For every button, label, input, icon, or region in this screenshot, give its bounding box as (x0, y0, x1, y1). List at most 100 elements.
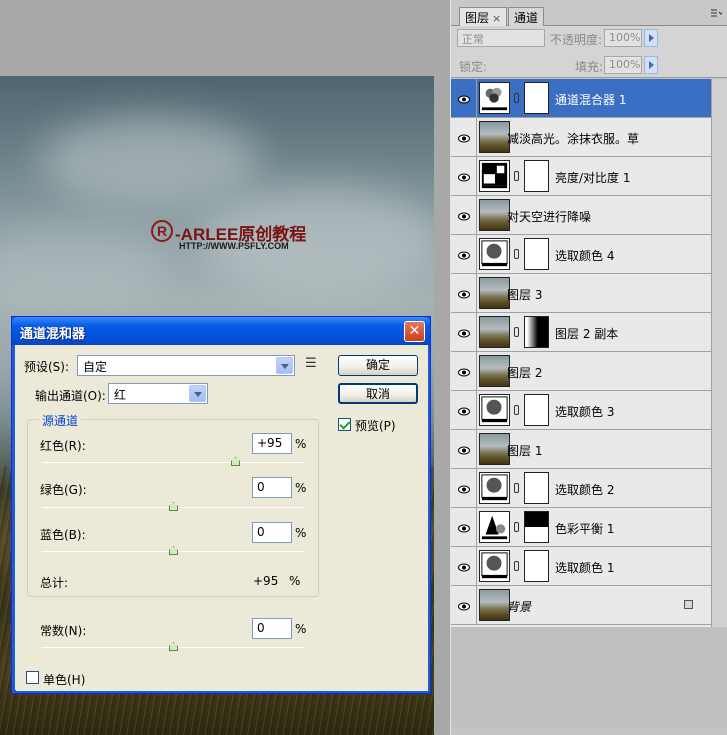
visibility-toggle[interactable] (451, 313, 477, 352)
layer-name: 图层 2 副本 (555, 327, 619, 341)
red-channel-input[interactable]: +95 (252, 433, 292, 454)
visibility-toggle[interactable] (451, 235, 477, 274)
layer-mask-thumbnail[interactable] (524, 82, 549, 114)
close-icon[interactable]: ✕ (404, 321, 425, 342)
layer-mask-thumbnail[interactable] (524, 550, 549, 582)
layer-name: 选取颜色 2 (555, 483, 615, 497)
visibility-toggle[interactable] (451, 508, 477, 547)
constant-input[interactable]: 0 (252, 618, 292, 639)
close-icon[interactable]: × (492, 12, 501, 25)
layer-mask-thumbnail[interactable] (524, 160, 549, 192)
visibility-toggle[interactable] (451, 274, 477, 313)
visibility-toggle[interactable] (451, 196, 477, 235)
layer-mask-thumbnail[interactable] (524, 394, 549, 426)
layer-row[interactable]: 色彩平衡 1 (451, 508, 711, 547)
visibility-toggle[interactable] (451, 586, 477, 625)
layer-row[interactable]: 选取颜色 3 (451, 391, 711, 430)
layer-row[interactable]: 图层 1 (451, 430, 711, 469)
layer-mask-thumbnail[interactable] (524, 238, 549, 270)
chain-link-icon[interactable] (514, 249, 519, 259)
chain-link-icon[interactable] (514, 561, 519, 571)
visibility-toggle[interactable] (451, 118, 477, 157)
layer-name: 色彩平衡 1 (555, 522, 615, 536)
layer-row[interactable]: 背景 (451, 586, 711, 625)
panel-menu-icon[interactable] (710, 8, 722, 18)
visibility-toggle[interactable] (451, 157, 477, 196)
layer-mask-thumbnail[interactable] (524, 316, 549, 348)
chevron-down-icon[interactable] (276, 357, 293, 374)
eye-icon[interactable] (458, 405, 470, 416)
eye-icon[interactable] (458, 288, 470, 299)
layer-name: 图层 2 (507, 366, 543, 380)
blue-channel-unit: % (295, 526, 307, 540)
output-channel-select[interactable]: 红 (108, 383, 208, 404)
layer-thumbnail (479, 589, 510, 621)
opacity-arrow-icon[interactable] (644, 29, 658, 47)
eye-icon[interactable] (458, 132, 470, 143)
eye-icon[interactable] (458, 210, 470, 221)
layer-row[interactable]: 选取颜色 2 (451, 469, 711, 508)
visibility-toggle[interactable] (451, 547, 477, 586)
eye-icon[interactable] (458, 522, 470, 533)
eye-icon[interactable] (458, 366, 470, 377)
visibility-toggle[interactable] (451, 391, 477, 430)
total-unit: % (289, 574, 301, 588)
visibility-toggle[interactable] (451, 430, 477, 469)
layers-panel: 图层× 通道 正常 不透明度: 100% 锁定: ▫ ✎ ✥ ■ 填充: 100… (450, 0, 727, 735)
blue-channel-input[interactable]: 0 (252, 522, 292, 543)
layer-row[interactable]: 图层 2 副本 (451, 313, 711, 352)
eye-icon[interactable] (458, 483, 470, 494)
eye-icon[interactable] (458, 600, 470, 611)
eye-icon[interactable] (458, 444, 470, 455)
fill-arrow-icon[interactable] (644, 56, 658, 74)
layer-row[interactable]: 亮度/对比度 1 (451, 157, 711, 196)
layer-row[interactable]: 通道混合器 1 (451, 79, 711, 118)
cancel-button[interactable]: 取消 (338, 383, 418, 404)
blend-mode-select[interactable]: 正常 (457, 29, 545, 47)
layer-list-scrollbar[interactable] (711, 79, 727, 627)
layer-mask-thumbnail[interactable] (524, 472, 549, 504)
eye-icon[interactable] (458, 249, 470, 260)
chain-link-icon[interactable] (514, 405, 519, 415)
ok-button[interactable]: 确定 (338, 355, 418, 376)
eye-icon[interactable] (458, 561, 470, 572)
layer-name: 图层 1 (507, 444, 543, 458)
chain-link-icon[interactable] (514, 171, 519, 181)
total-label: 总计: (40, 576, 69, 590)
red-channel-track[interactable] (42, 462, 304, 463)
chain-link-icon[interactable] (514, 327, 519, 337)
opacity-input[interactable]: 100% (604, 29, 642, 47)
dialog-titlebar[interactable]: 通道混和器 ✕ (12, 317, 430, 345)
constant-slider[interactable] (169, 642, 178, 651)
chain-link-icon[interactable] (514, 93, 519, 103)
fill-input[interactable]: 100% (604, 56, 642, 74)
layer-thumbnail (479, 355, 510, 387)
visibility-toggle[interactable] (451, 352, 477, 391)
eye-icon[interactable] (458, 171, 470, 182)
layer-thumbnail (479, 316, 510, 348)
layer-row[interactable]: 选取颜色 1 (451, 547, 711, 586)
layer-row[interactable]: 对天空进行降噪 (451, 196, 711, 235)
layer-row[interactable]: 图层 2 (451, 352, 711, 391)
tab-channels[interactable]: 通道 (508, 7, 545, 26)
preview-checkbox[interactable] (338, 418, 351, 431)
chain-link-icon[interactable] (514, 522, 519, 532)
chain-link-icon[interactable] (514, 483, 519, 493)
preset-label: 预设(S): (24, 360, 70, 374)
chevron-down-icon[interactable] (189, 385, 206, 402)
layer-row[interactable]: 减淡高光。涂抹衣服。草 (451, 118, 711, 157)
visibility-toggle[interactable] (451, 79, 477, 118)
green-channel-input[interactable]: 0 (252, 477, 292, 498)
eye-icon[interactable] (458, 93, 470, 104)
opacity-label: 不透明度: (550, 33, 603, 47)
layer-row[interactable]: 选取颜色 4 (451, 235, 711, 274)
layer-row[interactable]: 图层 3 (451, 274, 711, 313)
preset-options-icon[interactable]: ☰ (305, 356, 317, 371)
visibility-toggle[interactable] (451, 469, 477, 508)
preset-select[interactable]: 自定 (77, 355, 295, 376)
eye-icon[interactable] (458, 327, 470, 338)
tab-layers[interactable]: 图层 × (459, 7, 508, 27)
dialog-title: 通道混和器 (20, 327, 86, 342)
monochrome-checkbox[interactable] (26, 671, 39, 684)
layer-mask-thumbnail[interactable] (524, 511, 549, 543)
